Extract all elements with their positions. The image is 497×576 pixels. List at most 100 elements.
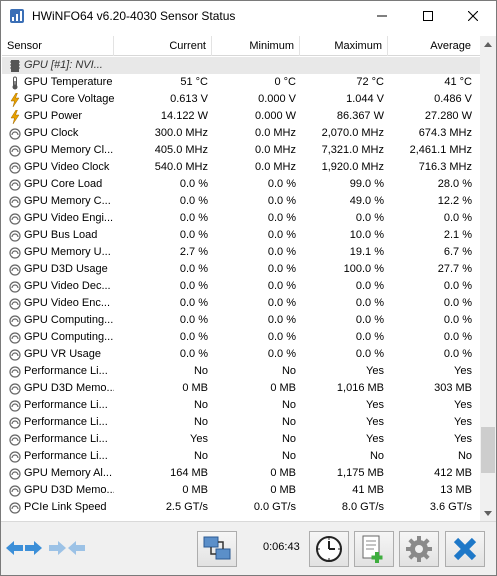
average-value: 0.0 % bbox=[443, 348, 472, 360]
reset-timer-button[interactable] bbox=[309, 531, 349, 567]
sensor-name: Performance Li... bbox=[24, 365, 108, 377]
sensor-table[interactable]: Sensor Current Minimum Maximum Average G… bbox=[2, 36, 480, 521]
sensor-row[interactable]: GPU D3D Memo... 0 MB 0 MB 1,016 MB 303 MB bbox=[2, 380, 480, 397]
minimum-value: No bbox=[281, 433, 296, 445]
average-value: No bbox=[457, 450, 472, 462]
settings-button[interactable] bbox=[399, 531, 439, 567]
column-header-maximum[interactable]: Maximum bbox=[300, 36, 388, 56]
scrollbar-thumb[interactable] bbox=[481, 427, 495, 473]
column-header-average[interactable]: Average bbox=[388, 36, 476, 56]
clock-icon bbox=[316, 536, 342, 562]
current-value: 0.0 % bbox=[179, 178, 208, 190]
average-value: 2.1 % bbox=[443, 229, 472, 241]
minimum-value: 0 MB bbox=[270, 382, 296, 394]
minimum-value: 0.0 % bbox=[267, 246, 296, 258]
sensor-row[interactable]: GPU D3D Usage 0.0 % 0.0 % 100.0 % 27.7 % bbox=[2, 261, 480, 278]
maximum-value: No bbox=[369, 450, 384, 462]
average-value: 6.7 % bbox=[443, 246, 472, 258]
column-header-minimum[interactable]: Minimum bbox=[212, 36, 300, 56]
table-header: Sensor Current Minimum Maximum Average bbox=[2, 36, 480, 56]
average-value: Yes bbox=[454, 399, 472, 411]
minimum-value: 0.0 MHz bbox=[255, 144, 296, 156]
current-value: 0.0 % bbox=[179, 280, 208, 292]
sensor-row[interactable]: GPU Bus Load 0.0 % 0.0 % 10.0 % 2.1 % bbox=[2, 227, 480, 244]
average-value: 0.0 % bbox=[443, 314, 472, 326]
sensor-name: Performance Li... bbox=[24, 450, 108, 462]
sensor-row[interactable]: GPU Clock 300.0 MHz 0.0 MHz 2,070.0 MHz 674.… bbox=[2, 125, 480, 142]
sensor-row[interactable]: GPU Video Clock 540.0 MHz 0.0 MHz 1,920.0 M… bbox=[2, 159, 480, 176]
average-value: 3.6 GT/s bbox=[429, 501, 472, 513]
sensor-row[interactable]: GPU Memory Al... 164 MB 0 MB 1,175 MB 412 MB bbox=[2, 465, 480, 482]
bottom-toolbar: 0:06:43 bbox=[1, 521, 496, 575]
sensor-group-row[interactable]: GPU [#1]: NVI... bbox=[2, 57, 480, 74]
sensor-row[interactable]: Performance Li... No No Yes Yes bbox=[2, 397, 480, 414]
sensor-row[interactable]: Performance Li... No No Yes Yes bbox=[2, 414, 480, 431]
minimum-value: 0.0 MHz bbox=[255, 161, 296, 173]
sensor-row[interactable]: GPU Core Voltage 0.613 V 0.000 V 1.044 V 0.4… bbox=[2, 91, 480, 108]
average-value: 0.0 % bbox=[443, 212, 472, 224]
sensor-row[interactable]: GPU Memory Cl... 405.0 MHz 0.0 MHz 7,321.0 … bbox=[2, 142, 480, 159]
current-value: 51 °C bbox=[180, 76, 208, 88]
current-value: Yes bbox=[190, 433, 208, 445]
sensor-row[interactable]: GPU VR Usage 0.0 % 0.0 % 0.0 % 0.0 % bbox=[2, 346, 480, 363]
current-value: 0 MB bbox=[182, 382, 208, 394]
chip-icon bbox=[8, 58, 22, 73]
sensor-name: GPU Memory U... bbox=[24, 246, 111, 258]
sensor-row[interactable]: GPU Memory U... 2.7 % 0.0 % 19.1 % 6.7 % bbox=[2, 244, 480, 261]
average-value: 27.280 W bbox=[424, 110, 472, 122]
minimum-value: 0.0 % bbox=[267, 263, 296, 275]
sensor-row[interactable]: GPU Memory C... 0.0 % 0.0 % 49.0 % 12.2 % bbox=[2, 193, 480, 210]
minimize-button[interactable] bbox=[359, 1, 405, 31]
sensor-name: GPU Core Load bbox=[24, 178, 103, 190]
collapse-arrows-button[interactable] bbox=[49, 536, 85, 560]
current-value: 0.0 % bbox=[179, 314, 208, 326]
gauge-icon bbox=[8, 347, 22, 362]
maximum-value: 100.0 % bbox=[343, 263, 384, 275]
sensor-name: GPU Computing... bbox=[24, 331, 114, 343]
scroll-down-arrow[interactable] bbox=[480, 505, 496, 521]
sensor-row[interactable]: GPU Core Load 0.0 % 0.0 % 99.0 % 28.0 % bbox=[2, 176, 480, 193]
gear-icon bbox=[406, 536, 432, 562]
logging-button[interactable] bbox=[354, 531, 394, 567]
sensor-row[interactable]: Performance Li... No No Yes Yes bbox=[2, 363, 480, 380]
average-value: 28.0 % bbox=[437, 178, 472, 190]
close-button[interactable] bbox=[450, 1, 496, 31]
sensor-row[interactable]: Performance Li... Yes No Yes Yes bbox=[2, 431, 480, 448]
sensor-row[interactable]: GPU Video Dec... 0.0 % 0.0 % 0.0 % 0.0 % bbox=[2, 278, 480, 295]
gauge-icon bbox=[8, 313, 22, 328]
sensor-row[interactable]: GPU Power 14.122 W 0.000 W 86.367 W 27.280 W bbox=[2, 108, 480, 125]
current-value: 164 MB bbox=[170, 467, 208, 479]
average-value: 674.3 MHz bbox=[418, 127, 472, 139]
window-title: HWiNFO64 v6.20-4030 Sensor Status bbox=[32, 9, 236, 23]
gauge-icon bbox=[8, 432, 22, 447]
sensor-name: GPU Temperature bbox=[24, 76, 113, 88]
minimum-value: 0.0 % bbox=[267, 348, 296, 360]
sensor-row[interactable]: GPU Temperature 51 °C 0 °C 72 °C 41 °C bbox=[2, 74, 480, 91]
expand-arrows-button[interactable] bbox=[6, 536, 42, 560]
minimum-value: No bbox=[281, 365, 296, 377]
gauge-icon bbox=[8, 381, 22, 396]
sensor-row[interactable]: GPU Video Enc... 0.0 % 0.0 % 0.0 % 0.0 % bbox=[2, 295, 480, 312]
current-value: 0.0 % bbox=[179, 331, 208, 343]
sensor-name: GPU Video Clock bbox=[24, 161, 110, 173]
sensor-row[interactable]: GPU Computing... 0.0 % 0.0 % 0.0 % 0.0 % bbox=[2, 312, 480, 329]
title-bar[interactable]: HWiNFO64 v6.20-4030 Sensor Status bbox=[1, 1, 496, 31]
sensor-row[interactable]: GPU Computing... 0.0 % 0.0 % 0.0 % 0.0 % bbox=[2, 329, 480, 346]
network-button[interactable] bbox=[197, 531, 237, 567]
column-header-current[interactable]: Current bbox=[114, 36, 212, 56]
current-value: 0.0 % bbox=[179, 229, 208, 241]
close-sensors-button[interactable] bbox=[445, 531, 485, 567]
scroll-up-arrow[interactable] bbox=[480, 36, 496, 52]
sensor-row[interactable]: GPU Video Engi... 0.0 % 0.0 % 0.0 % 0.0 % bbox=[2, 210, 480, 227]
gauge-icon bbox=[8, 228, 22, 243]
sensor-row[interactable]: Performance Li... No No No No bbox=[2, 448, 480, 465]
column-header-sensor[interactable]: Sensor bbox=[2, 36, 114, 56]
maximum-value: 19.1 % bbox=[349, 246, 384, 258]
gauge-icon bbox=[8, 126, 22, 141]
sensor-row[interactable]: GPU D3D Memo... 0 MB 0 MB 41 MB 13 MB bbox=[2, 482, 480, 499]
vertical-scrollbar[interactable] bbox=[480, 36, 496, 521]
average-value: Yes bbox=[454, 416, 472, 428]
sensor-row[interactable]: PCIe Link Speed 2.5 GT/s 0.0 GT/s 8.0 GT/s 3… bbox=[2, 499, 480, 516]
blue-x-icon bbox=[453, 537, 477, 561]
maximize-button[interactable] bbox=[405, 1, 451, 31]
